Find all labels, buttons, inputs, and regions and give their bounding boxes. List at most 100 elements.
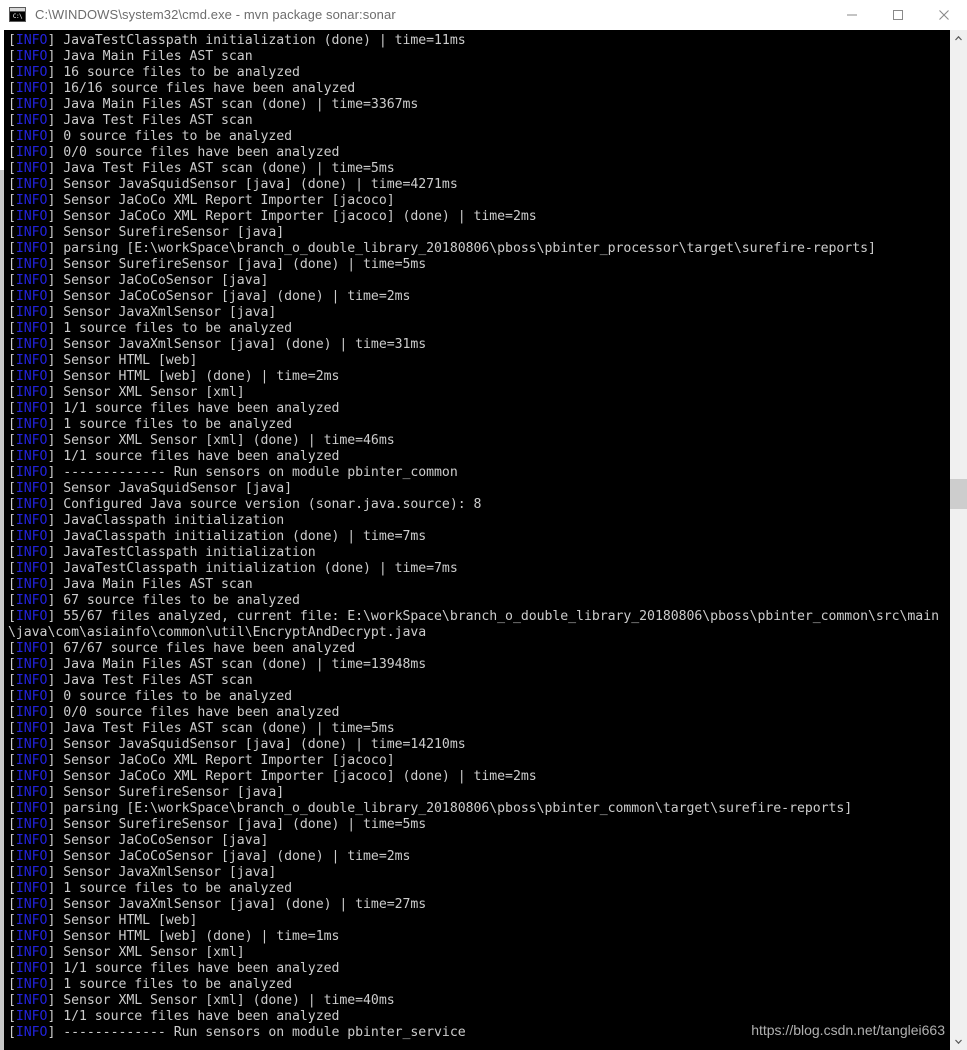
log-message: 67 source files to be analyzed [63, 593, 300, 608]
log-message: Java Main Files AST scan [63, 577, 253, 592]
console-line: [INFO] ------------- Run sensors on modu… [4, 1025, 950, 1041]
scrollbar-up-button[interactable] [950, 30, 967, 47]
log-message: 55/67 files analyzed, current file: E:\w… [8, 609, 939, 640]
log-level-label: INFO [15, 177, 48, 192]
log-bracket-close: ] [47, 993, 64, 1008]
console-line: [INFO] Sensor JavaXmlSensor [java] (done… [4, 897, 950, 913]
log-level-label: INFO [15, 737, 48, 752]
log-message: JavaClasspath initialization (done) | ti… [63, 529, 427, 544]
log-message: JavaTestClasspath initialization (done) … [63, 33, 466, 48]
console-line: [INFO] Java Test Files AST scan [4, 673, 950, 689]
console-line: [INFO] Sensor HTML [web] [4, 913, 950, 929]
console-line: [INFO] JavaTestClasspath initialization … [4, 33, 950, 49]
log-bracket-open: [ [8, 705, 16, 720]
log-message: Sensor JavaSquidSensor [java] (done) | t… [63, 177, 458, 192]
log-level-label: INFO [15, 913, 48, 928]
console-line: [INFO] JavaTestClasspath initialization … [4, 561, 950, 577]
console-line: [INFO] 16/16 source files have been anal… [4, 81, 950, 97]
log-message: Sensor JaCoCoSensor [java] [63, 273, 269, 288]
console-line: [INFO] Sensor SurefireSensor [java] [4, 225, 950, 241]
console-line: [INFO] 0 source files to be analyzed [4, 689, 950, 705]
maximize-icon [893, 9, 903, 20]
scrollbar-track[interactable] [950, 47, 967, 1033]
log-bracket-close: ] [47, 273, 64, 288]
log-message: 1 source files to be analyzed [63, 881, 293, 896]
log-level-label: INFO [15, 545, 48, 560]
log-level-label: INFO [15, 753, 48, 768]
log-level-label: INFO [15, 977, 48, 992]
log-bracket-open: [ [8, 289, 16, 304]
close-button[interactable] [921, 0, 967, 30]
log-message: Java Main Files AST scan (done) | time=3… [63, 97, 419, 112]
console-line: [INFO] 1 source files to be analyzed [4, 321, 950, 337]
log-level-label: INFO [15, 657, 48, 672]
console-line: [INFO] Java Main Files AST scan (done) |… [4, 97, 950, 113]
console-line: [INFO] Sensor JaCoCo XML Report Importer… [4, 209, 950, 225]
console-line: [INFO] Sensor JavaXmlSensor [java] [4, 865, 950, 881]
log-bracket-close: ] [47, 769, 64, 784]
log-level-label: INFO [15, 769, 48, 784]
log-bracket-close: ] [47, 337, 64, 352]
log-bracket-close: ] [47, 305, 64, 320]
log-bracket-close: ] [47, 289, 64, 304]
log-message: Java Test Files AST scan (done) | time=5… [63, 161, 395, 176]
title-bar[interactable]: C:\WINDOWS\system32\cmd.exe - mvn packag… [0, 0, 967, 30]
log-message: parsing [E:\workSpace\branch_o_double_li… [63, 241, 876, 256]
log-bracket-open: [ [8, 369, 16, 384]
console-line: [INFO] Sensor XML Sensor [xml] [4, 945, 950, 961]
log-level-label: INFO [15, 273, 48, 288]
log-bracket-open: [ [8, 81, 16, 96]
console-line: [INFO] Sensor JavaSquidSensor [java] [4, 481, 950, 497]
vertical-scrollbar[interactable] [950, 30, 967, 1050]
console-line: [INFO] 1/1 source files have been analyz… [4, 1009, 950, 1025]
log-bracket-close: ] [47, 865, 64, 880]
log-bracket-close: ] [47, 129, 64, 144]
log-level-label: INFO [15, 561, 48, 576]
log-bracket-close: ] [47, 849, 64, 864]
log-level-label: INFO [15, 49, 48, 64]
scrollbar-thumb[interactable] [950, 479, 967, 509]
log-level-label: INFO [15, 417, 48, 432]
log-message: Sensor JavaXmlSensor [java] (done) | tim… [63, 897, 427, 912]
console-line: [INFO] JavaClasspath initialization [4, 513, 950, 529]
minimize-button[interactable] [829, 0, 875, 30]
maximize-button[interactable] [875, 0, 921, 30]
log-bracket-open: [ [8, 833, 16, 848]
log-bracket-close: ] [47, 673, 64, 688]
log-level-label: INFO [15, 433, 48, 448]
log-message: 1 source files to be analyzed [63, 417, 293, 432]
log-bracket-close: ] [47, 961, 64, 976]
log-message: Sensor JavaXmlSensor [java] [63, 305, 277, 320]
log-bracket-close: ] [47, 449, 64, 464]
log-bracket-close: ] [47, 481, 64, 496]
log-bracket-open: [ [8, 529, 16, 544]
console-line: [INFO] Sensor XML Sensor [xml] (done) | … [4, 993, 950, 1009]
scrollbar-down-button[interactable] [950, 1033, 967, 1050]
log-bracket-close: ] [47, 753, 64, 768]
log-level-label: INFO [15, 97, 48, 112]
log-message: Sensor JaCoCo XML Report Importer [jacoc… [63, 209, 537, 224]
log-message: 1/1 source files have been analyzed [63, 1009, 340, 1024]
log-level-label: INFO [15, 961, 48, 976]
log-bracket-open: [ [8, 337, 16, 352]
console-line: [INFO] 1 source files to be analyzed [4, 417, 950, 433]
console-line: [INFO] Sensor JaCoCoSensor [java] (done)… [4, 289, 950, 305]
log-level-label: INFO [15, 81, 48, 96]
log-level-label: INFO [15, 801, 48, 816]
log-message: 0 source files to be analyzed [63, 689, 293, 704]
log-message: Sensor SurefireSensor [java] (done) | ti… [63, 817, 427, 832]
log-message: 1/1 source files have been analyzed [63, 401, 340, 416]
console-line: [INFO] Configured Java source version (s… [4, 497, 950, 513]
console-line: [INFO] Java Test Files AST scan (done) |… [4, 721, 950, 737]
log-message: 67/67 source files have been analyzed [63, 641, 356, 656]
log-bracket-open: [ [8, 801, 16, 816]
log-bracket-close: ] [47, 209, 64, 224]
console-line: [INFO] Sensor JaCoCo XML Report Importer… [4, 193, 950, 209]
log-bracket-close: ] [47, 657, 64, 672]
console-output[interactable]: [INFO] JavaTestClasspath initialization … [4, 30, 950, 1050]
log-level-label: INFO [15, 497, 48, 512]
console-line: [INFO] 55/67 files analyzed, current fil… [4, 609, 950, 641]
console-line: [INFO] Java Test Files AST scan (done) |… [4, 161, 950, 177]
log-message: parsing [E:\workSpace\branch_o_double_li… [63, 801, 853, 816]
log-bracket-open: [ [8, 897, 16, 912]
